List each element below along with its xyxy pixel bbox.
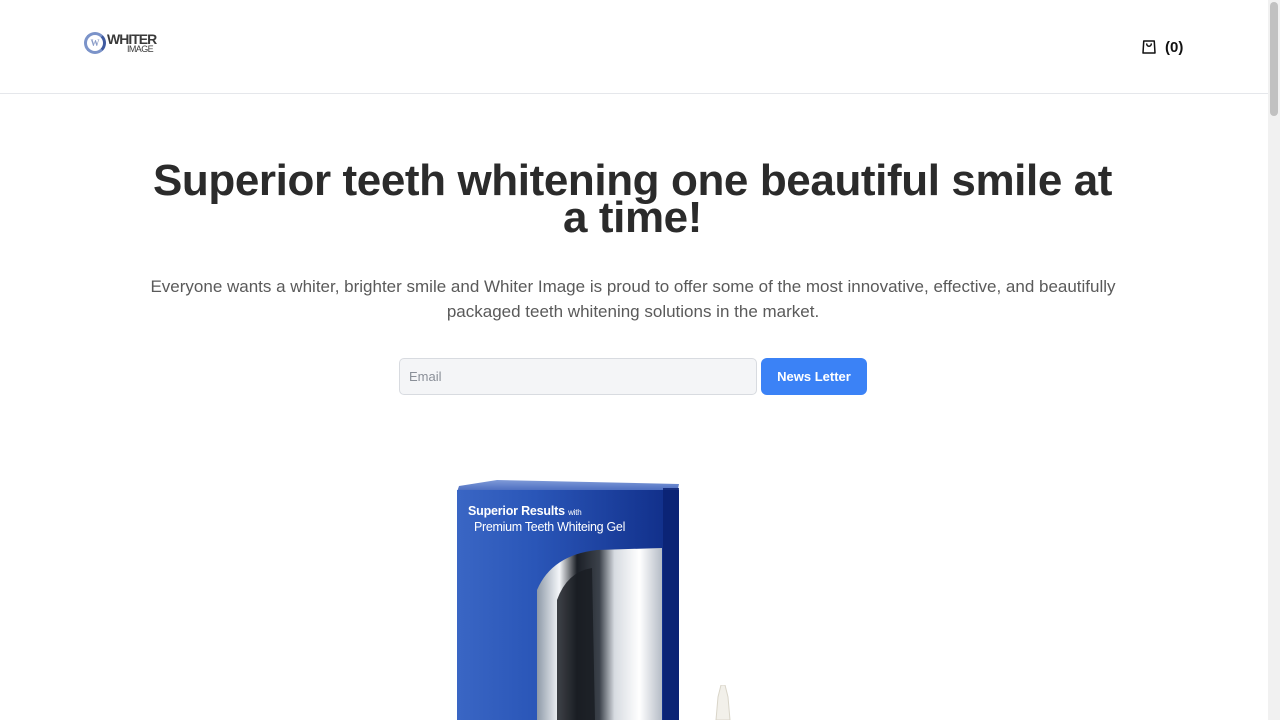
cart-count: (0)	[1165, 38, 1184, 56]
brand-logo[interactable]: W WHITER IMAGE	[84, 31, 164, 55]
newsletter-button[interactable]: News Letter	[761, 358, 867, 395]
site-header: W WHITER IMAGE (0)	[0, 0, 1268, 94]
email-input[interactable]	[399, 358, 757, 395]
applicator-pen-image	[715, 685, 731, 720]
box-headline: Superior Results with	[468, 504, 582, 518]
hero-description: Everyone wants a whiter, brighter smile …	[150, 277, 1116, 321]
box-subline: Premium Teeth Whiteing Gel	[474, 520, 626, 534]
scrollbar-thumb[interactable]	[1270, 2, 1278, 116]
box-headline-main: Superior Results	[468, 504, 565, 518]
logo-ring-icon: W	[84, 32, 106, 54]
logo-text-image: IMAGE	[127, 44, 154, 54]
box-headline-small: with	[568, 508, 582, 517]
logo-mark-letter: W	[90, 38, 100, 48]
cart-button[interactable]: (0)	[1140, 37, 1183, 57]
hero-title: Superior teeth whitening one beautiful s…	[152, 156, 1113, 242]
shopping-bag-icon	[1142, 40, 1156, 54]
newsletter-form: News Letter	[399, 358, 867, 395]
page-scrollbar[interactable]	[1268, 0, 1280, 720]
